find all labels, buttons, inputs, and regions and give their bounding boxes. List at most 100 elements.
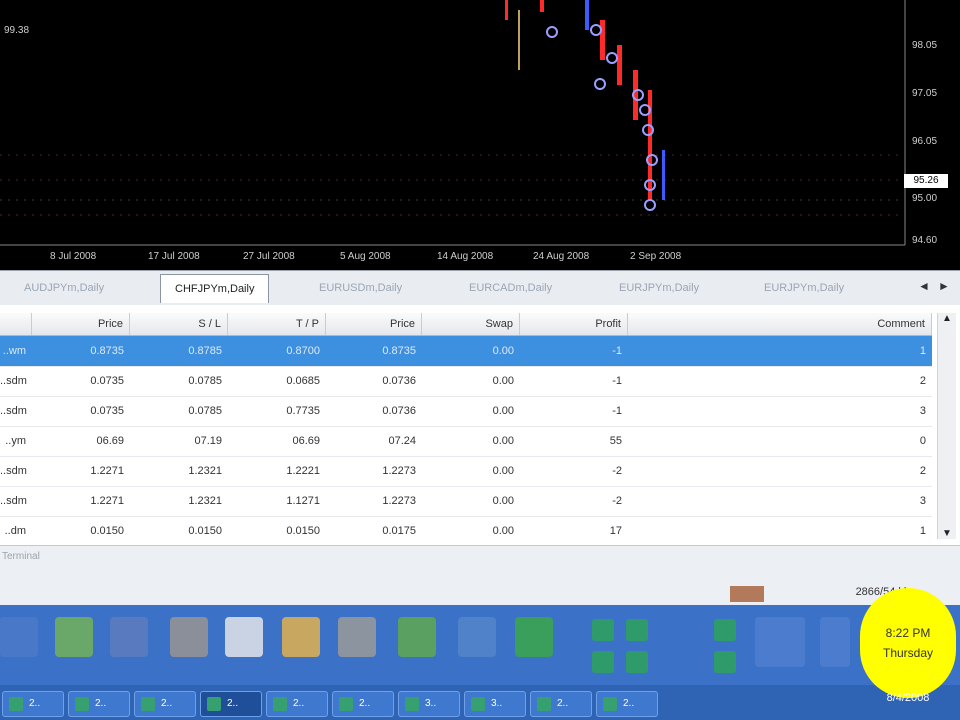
taskbar-button-label: 2.. bbox=[29, 698, 41, 709]
cell-profit: -2 bbox=[612, 495, 622, 507]
cell-cur: 1.2273 bbox=[382, 465, 416, 477]
taskbar-button[interactable]: 3.. bbox=[464, 691, 526, 717]
taskbar-button[interactable]: 2.. bbox=[68, 691, 130, 717]
cell-sym: ..dm bbox=[4, 525, 26, 537]
date-label: 5 Aug 2008 bbox=[340, 251, 391, 262]
taskbar-button[interactable]: 2.. bbox=[134, 691, 196, 717]
recycle-icon[interactable] bbox=[55, 617, 93, 657]
tab-prev-arrow-icon[interactable]: ◄ bbox=[918, 279, 930, 293]
cell-comment: 1 bbox=[919, 345, 926, 357]
excel-icon[interactable] bbox=[515, 617, 553, 657]
tab-eurusd[interactable]: EURUSDm,Daily bbox=[305, 276, 416, 300]
date-label: 14 Aug 2008 bbox=[437, 251, 494, 262]
table-scrollbar[interactable]: ▲ ▼ bbox=[937, 313, 956, 539]
taskbar-button-label: 2.. bbox=[161, 698, 173, 709]
table-row[interactable]: ..sdm 0.0735 0.0785 0.0685 0.0736 0.00 -1 2 bbox=[0, 366, 932, 397]
column-header-tp[interactable]: T / P bbox=[228, 313, 326, 335]
taskbar-button-label: 2.. bbox=[227, 698, 239, 709]
clock-highlight[interactable]: 8:22 PM Thursday bbox=[860, 588, 956, 698]
clock-time: 8:22 PM bbox=[885, 626, 931, 640]
table-row[interactable]: ..wm 0.8735 0.8785 0.8700 0.8735 0.00 -1 1 bbox=[0, 336, 932, 367]
cell-price: 06.69 bbox=[96, 435, 124, 447]
terminal-app-icon[interactable] bbox=[714, 619, 736, 641]
trade-terminal: Price S / L T / P Price Swap Profit Comm… bbox=[0, 305, 960, 547]
app-icon bbox=[9, 697, 23, 711]
cell-cur: 0.0736 bbox=[382, 375, 416, 387]
column-header-current-price[interactable]: Price bbox=[326, 313, 422, 335]
tab-next-arrow-icon[interactable]: ► bbox=[938, 279, 950, 293]
cell-sl: 0.0785 bbox=[188, 405, 222, 417]
cell-tp: 1.2221 bbox=[286, 465, 320, 477]
app-icon bbox=[405, 697, 419, 711]
table-row[interactable]: ..sdm 0.0735 0.0785 0.7735 0.0736 0.00 -1 3 bbox=[0, 396, 932, 427]
price-label: 95.00 bbox=[912, 193, 938, 204]
tab-eurjpy-2[interactable]: EURJPYm,Daily bbox=[750, 276, 858, 300]
date-label: 24 Aug 2008 bbox=[533, 251, 590, 262]
taskbar-button[interactable]: 2.. bbox=[596, 691, 658, 717]
printer-icon[interactable] bbox=[170, 617, 208, 657]
tab-eurjpy[interactable]: EURJPYm,Daily bbox=[605, 276, 713, 300]
cell-tp: 0.8700 bbox=[286, 345, 320, 357]
cell-tp: 06.69 bbox=[292, 435, 320, 447]
tab-audjpy[interactable]: AUDJPYm,Daily bbox=[10, 276, 118, 300]
column-header-swap[interactable]: Swap bbox=[422, 313, 520, 335]
tab-chfjpy[interactable]: CHFJPYm,Daily bbox=[160, 274, 270, 303]
cell-sym: ..ym bbox=[5, 435, 26, 447]
app-icon bbox=[141, 697, 155, 711]
scroll-up-icon[interactable]: ▲ bbox=[938, 313, 956, 324]
cell-profit: 17 bbox=[609, 525, 622, 537]
tab-eurcad[interactable]: EURCADm,Daily bbox=[455, 276, 566, 300]
cell-tp: 0.0150 bbox=[286, 525, 320, 537]
tray-icons[interactable] bbox=[755, 617, 805, 667]
cell-sl: 0.8785 bbox=[188, 345, 222, 357]
taskbar-button[interactable]: 2.. bbox=[2, 691, 64, 717]
column-header-sl[interactable]: S / L bbox=[130, 313, 228, 335]
cell-comment: 3 bbox=[919, 405, 926, 417]
documents-icon[interactable] bbox=[338, 617, 376, 657]
network-places-icon[interactable] bbox=[458, 617, 496, 657]
taskbar-button[interactable]: 2.. bbox=[530, 691, 592, 717]
cell-sym: ..sdm bbox=[0, 405, 27, 417]
tools-icon[interactable] bbox=[282, 617, 320, 657]
table-row[interactable]: ..dm 0.0150 0.0150 0.0150 0.0175 0.00 17 1 bbox=[0, 516, 932, 547]
cell-price: 1.2271 bbox=[90, 465, 124, 477]
current-price-label: 95.26 bbox=[904, 174, 948, 188]
cell-comment: 1 bbox=[919, 525, 926, 537]
terminal-app-icon[interactable] bbox=[626, 619, 648, 641]
cell-sym: ..sdm bbox=[0, 375, 27, 387]
column-header-symbol[interactable] bbox=[0, 313, 32, 335]
terminal-app-icon[interactable] bbox=[592, 651, 614, 673]
cell-cur: 1.2273 bbox=[382, 495, 416, 507]
cell-swap: 0.00 bbox=[492, 495, 514, 507]
taskbar-button[interactable]: 2.. bbox=[266, 691, 328, 717]
volume-icon[interactable] bbox=[820, 617, 850, 667]
price-label: 94.60 bbox=[912, 235, 938, 246]
terminal-app-icon[interactable] bbox=[626, 651, 648, 673]
taskbar-button[interactable]: 2.. bbox=[332, 691, 394, 717]
taskbar-button[interactable]: 2.. bbox=[200, 691, 262, 717]
search-icon[interactable] bbox=[225, 617, 263, 657]
connection-status-icon bbox=[730, 586, 764, 602]
price-chart[interactable]: 99.38 98.05 97.05 96.05 95.00 94.60 95.2… bbox=[0, 0, 960, 270]
table-row[interactable]: ..sdm 1.2271 1.2321 1.2221 1.2273 0.00 -2 2 bbox=[0, 456, 932, 487]
column-header-price[interactable]: Price bbox=[32, 313, 130, 335]
column-header-comment[interactable]: Comment bbox=[628, 313, 932, 335]
cell-profit: -1 bbox=[612, 375, 622, 387]
cell-sl: 1.2321 bbox=[188, 465, 222, 477]
network-icon[interactable] bbox=[0, 617, 38, 657]
terminal-app-icon[interactable] bbox=[714, 651, 736, 673]
app-icon bbox=[75, 697, 89, 711]
cell-sym: ..sdm bbox=[0, 495, 27, 507]
cell-comment: 2 bbox=[919, 465, 926, 477]
table-row[interactable]: ..ym 06.69 07.19 06.69 07.24 0.00 55 0 bbox=[0, 426, 932, 457]
globe-icon[interactable] bbox=[398, 617, 436, 657]
column-header-profit[interactable]: Profit bbox=[520, 313, 628, 335]
computer-icon[interactable] bbox=[110, 617, 148, 657]
scroll-down-icon[interactable]: ▼ bbox=[938, 528, 956, 539]
table-row[interactable]: ..sdm 1.2271 1.2321 1.1271 1.2273 0.00 -2 3 bbox=[0, 486, 932, 517]
terminal-app-icon[interactable] bbox=[592, 619, 614, 641]
cell-sl: 1.2321 bbox=[188, 495, 222, 507]
taskbar-button[interactable]: 3.. bbox=[398, 691, 460, 717]
taskbar-button-label: 2.. bbox=[557, 698, 569, 709]
cell-swap: 0.00 bbox=[492, 465, 514, 477]
